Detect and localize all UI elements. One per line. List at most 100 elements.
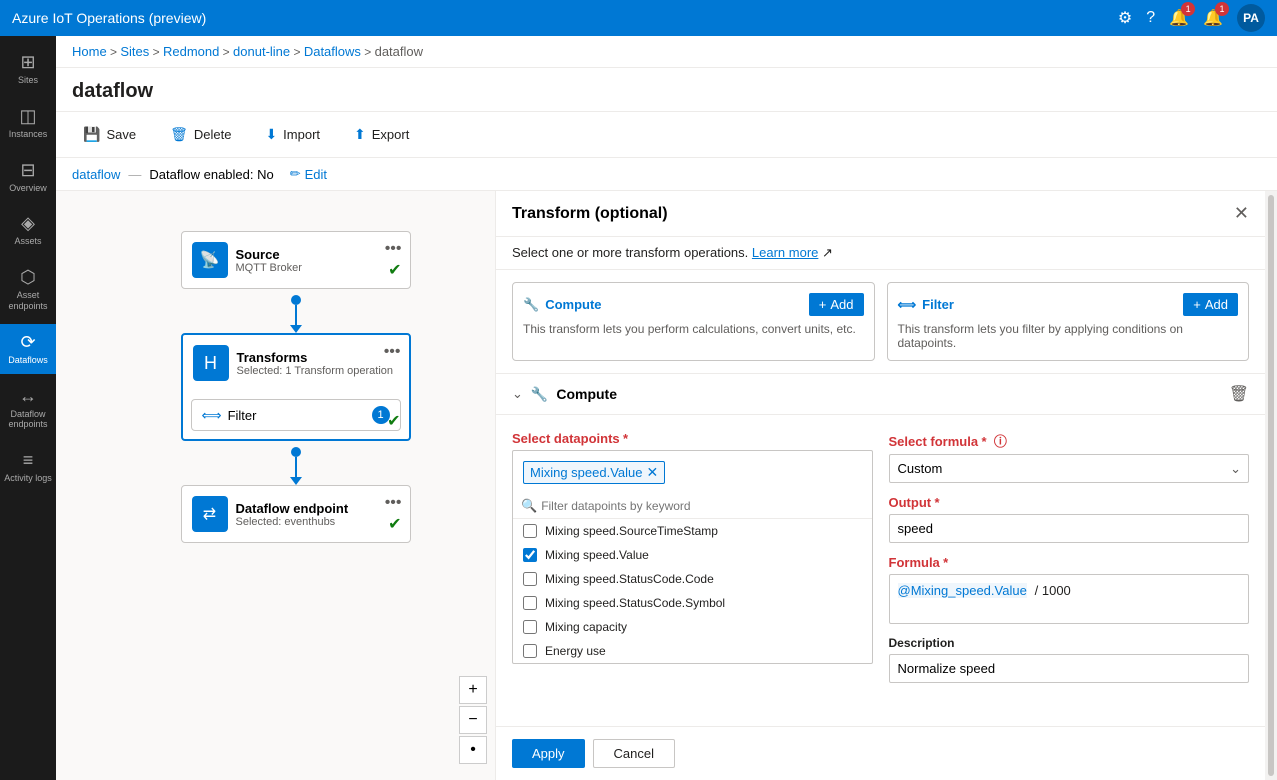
transform-options: 🔧 Compute + Add This transform lets you … [496, 270, 1265, 374]
breadcrumb-home[interactable]: Home [72, 44, 107, 59]
page-title: dataflow [72, 80, 153, 103]
endpoint-node-menu[interactable]: ••• [385, 494, 402, 512]
sidebar-item-instances[interactable]: ◫ Instances [0, 98, 56, 148]
settings-icon[interactable]: ⚙ [1118, 8, 1132, 28]
export-button[interactable]: ⬆ Export [343, 120, 420, 149]
sidebar-item-activity-logs[interactable]: ≡ Activity logs [0, 442, 56, 492]
filter-option: ⟺ Filter + Add This transform lets you f… [887, 282, 1250, 361]
checkbox-dp3[interactable] [523, 572, 537, 586]
compute-add-button[interactable]: + Add [809, 293, 864, 316]
filter-add-icon: + [1193, 297, 1201, 312]
checkbox-label-dp2: Mixing speed.Value [545, 548, 649, 562]
panel-title: Transform (optional) [512, 205, 668, 223]
panel-subtitle: Select one or more transform operations.… [496, 237, 1265, 270]
collapse-button[interactable]: ⌄ [512, 386, 523, 402]
checkbox-statuscode-code: Mixing speed.StatusCode.Code [513, 567, 872, 591]
output-input[interactable] [889, 514, 1250, 543]
sidebar-item-asset-endpoints[interactable]: ⬡ Asset endpoints [0, 259, 56, 320]
formula-info-icon[interactable]: ⓘ [994, 431, 1007, 450]
compute-option: 🔧 Compute + Add This transform lets you … [512, 282, 875, 361]
export-icon: ⬆ [354, 126, 366, 143]
formula-input[interactable]: @Mixing_speed.Value / 1000 [889, 574, 1250, 624]
avatar[interactable]: PA [1237, 4, 1265, 32]
tag-remove-button[interactable]: ✕ [647, 464, 659, 481]
search-icon: 🔍 [521, 498, 537, 514]
filter-input-wrap: 🔍 [513, 494, 872, 519]
endpoint-node-subtitle: Selected: eventhubs [236, 516, 349, 528]
external-link-icon: ↗ [822, 245, 833, 260]
cancel-button[interactable]: Cancel [593, 739, 675, 768]
filter-add-button[interactable]: + Add [1183, 293, 1238, 316]
endpoint-node-title: Dataflow endpoint [236, 501, 349, 516]
breadcrumb-redmond[interactable]: Redmond [163, 44, 219, 59]
compute-add-icon: + [819, 297, 827, 312]
compute-option-desc: This transform lets you perform calculat… [523, 322, 864, 336]
description-input[interactable] [889, 654, 1250, 683]
compute-body: Select datapoints * Mixing speed.Value ✕ [496, 415, 1265, 699]
zoom-in-button[interactable]: + [459, 676, 487, 704]
datapoints-search-input[interactable] [541, 499, 863, 513]
checkbox-energy-use: Energy use [513, 639, 872, 663]
connector-2 [290, 441, 302, 485]
learn-more-link[interactable]: Learn more [752, 245, 818, 260]
notification2-icon[interactable]: 🔔1 [1203, 8, 1223, 28]
checkbox-dp2[interactable] [523, 548, 537, 562]
transform-panel: Transform (optional) ✕ Select one or mor… [495, 191, 1265, 780]
formula-select[interactable]: Custom [889, 454, 1250, 483]
transforms-node: H Transforms Selected: 1 Transform opera… [181, 333, 411, 441]
datapoints-label: Select datapoints * [512, 431, 873, 446]
sidebar-label-assets: Assets [14, 236, 41, 247]
endpoint-node-icon: ⇄ [192, 496, 228, 532]
formula-select-wrapper: Custom [889, 454, 1250, 483]
import-button[interactable]: ⬇ Import [254, 120, 331, 149]
edit-button[interactable]: ✏ Edit [290, 166, 327, 182]
sidebar-label-dataflows: Dataflows [8, 355, 48, 366]
breadcrumb-donut-line[interactable]: donut-line [233, 44, 290, 59]
description-label: Description [889, 636, 1250, 650]
formula-group: Formula * @Mixing_speed.Value / 1000 [889, 555, 1250, 624]
breadcrumb-dataflows[interactable]: Dataflows [304, 44, 361, 59]
connector-dot-2 [291, 447, 301, 457]
compute-delete-button[interactable]: 🗑 [1229, 386, 1249, 403]
breadcrumb: Home > Sites > Redmond > donut-line > Da… [56, 36, 1277, 68]
checkbox-dp1[interactable] [523, 524, 537, 538]
endpoint-node-status: ✔ [388, 514, 401, 534]
sidebar-label-instances: Instances [9, 129, 48, 140]
transforms-node-menu[interactable]: ••• [384, 343, 401, 361]
breadcrumb-sites[interactable]: Sites [120, 44, 149, 59]
toolbar: 💾 Save 🗑 Delete ⬇ Import ⬆ Export [56, 112, 1277, 158]
checkbox-label-dp5: Mixing capacity [545, 620, 627, 634]
transforms-node-title: Transforms [237, 350, 394, 365]
sidebar-item-dataflow-endpoints[interactable]: ↔ Dataflow endpoints [0, 378, 56, 439]
dataflow-name[interactable]: dataflow [72, 167, 120, 182]
checkbox-dp5[interactable] [523, 620, 537, 634]
activity-logs-icon: ≡ [23, 450, 34, 471]
save-icon: 💾 [83, 126, 100, 143]
zoom-reset-button[interactable]: • [459, 736, 487, 764]
sidebar-item-assets[interactable]: ◈ Assets [0, 205, 56, 255]
panel-scrollbar[interactable] [1265, 191, 1277, 780]
help-icon[interactable]: ? [1146, 9, 1155, 27]
source-node-menu[interactable]: ••• [385, 240, 402, 258]
notification1-icon[interactable]: 🔔1 [1169, 8, 1189, 28]
dataflow-endpoints-icon: ↔ [19, 386, 37, 407]
panel-close-button[interactable]: ✕ [1234, 203, 1249, 224]
checkbox-dp6[interactable] [523, 644, 537, 658]
sidebar-item-overview[interactable]: ⊟ Overview [0, 152, 56, 202]
delete-button[interactable]: 🗑 Delete [159, 120, 242, 149]
filter-inner[interactable]: ⟺ Filter 1 [191, 399, 401, 431]
apply-button[interactable]: Apply [512, 739, 585, 768]
checkbox-mixing-capacity: Mixing capacity [513, 615, 872, 639]
panel-header: Transform (optional) ✕ [496, 191, 1265, 237]
checkbox-label-dp3: Mixing speed.StatusCode.Code [545, 572, 714, 586]
save-button[interactable]: 💾 Save [72, 120, 147, 149]
edit-icon: ✏ [290, 166, 301, 182]
checkbox-dp4[interactable] [523, 596, 537, 610]
zoom-out-button[interactable]: − [459, 706, 487, 734]
sidebar-item-sites[interactable]: ⊞ Sites [0, 44, 56, 94]
sidebar-item-dataflows[interactable]: ⟳ Dataflows [0, 324, 56, 374]
compute-add-label: Add [830, 297, 853, 312]
filter-add-label: Add [1205, 297, 1228, 312]
checkbox-label-dp6: Energy use [545, 644, 606, 658]
checkbox-value: Mixing speed.Value [513, 543, 872, 567]
